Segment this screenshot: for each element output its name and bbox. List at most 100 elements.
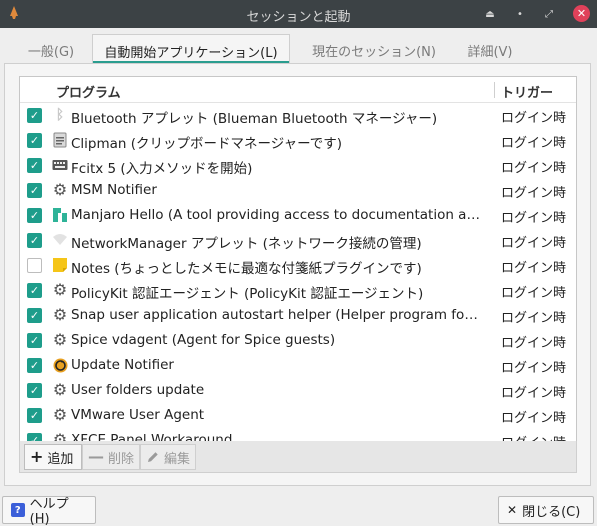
gear-icon: ⚙ (52, 280, 68, 299)
bluetooth-icon: ᛒ (55, 107, 65, 123)
gear-icon: ⚙ (52, 330, 68, 349)
program-name: Spice vdagent (Agent for Spice guests) (71, 332, 336, 348)
program-name: Manjaro Hello (A tool providing access t… (71, 207, 483, 223)
program-name: User folders update (71, 382, 205, 398)
remove-button[interactable]: — 削除 (82, 444, 140, 470)
list-item[interactable]: ✓ ᛒ Bluetooth アプレット (Blueman Bluetooth マネー… (20, 103, 576, 128)
gear-icon: ⚙ (52, 405, 68, 424)
program-name: Bluetooth アプレット (Blueman Bluetooth マネージャ… (71, 111, 438, 127)
trigger-value[interactable]: ログイン時 (501, 157, 566, 176)
column-header-trigger[interactable]: トリガー (501, 82, 553, 101)
wifi-icon (52, 232, 68, 248)
remove-label: 削除 (108, 451, 135, 467)
sticky-note-icon (52, 257, 68, 273)
tab-general[interactable]: 一般(G) (10, 34, 92, 64)
list-item[interactable]: ✓ ⚙ MSM Notifier ログイン時 (20, 178, 576, 203)
title-bar: セッションと起動 ⏏ • ⤢ ✕ (0, 0, 597, 28)
trigger-value[interactable]: ログイン時 (501, 207, 566, 226)
edit-button[interactable]: 編集 (140, 444, 196, 470)
enable-checkbox[interactable]: ✓ (27, 158, 42, 173)
add-button[interactable]: + 追加 (24, 444, 82, 470)
maximize-button[interactable]: ⤢ (540, 5, 558, 23)
enable-checkbox[interactable]: ✓ (27, 233, 42, 248)
help-button[interactable]: ? ヘルプ(H) (2, 496, 96, 526)
window-title: セッションと起動 (246, 10, 351, 25)
help-label: ヘルプ(H) (29, 497, 69, 526)
trigger-value[interactable]: ログイン時 (501, 107, 566, 126)
trigger-value[interactable]: ログイン時 (501, 132, 566, 151)
list-item[interactable]: ✓ ⚙ PolicyKit 認証エージェント (PolicyKit 認証エージェント… (20, 278, 576, 303)
list-item[interactable]: Notes (ちょっとしたメモに最適な付箋紙プラグインです) ログイン時 (20, 253, 576, 278)
column-header-program[interactable]: プログラム (56, 82, 121, 101)
keyboard-icon (52, 157, 68, 173)
program-name: Fcitx 5 (入力メソッドを開始) (71, 161, 253, 177)
program-name: Update Notifier (71, 357, 174, 373)
program-name: NetworkManager アプレット (ネットワーク接続の管理) (71, 236, 422, 252)
list-item[interactable]: ✓ ⚙ VMware User Agent ログイン時 (20, 403, 576, 428)
manjaro-icon (52, 207, 68, 223)
list-item[interactable]: ✓ ⚙ Spice vdagent (Agent for Spice guests)… (20, 328, 576, 353)
enable-checkbox[interactable]: ✓ (27, 133, 42, 148)
enable-checkbox[interactable]: ✓ (27, 108, 42, 123)
update-icon (52, 357, 68, 373)
add-label: 追加 (47, 451, 74, 467)
enable-checkbox[interactable]: ✓ (27, 358, 42, 373)
close-button[interactable]: ✕ 閉じる(C) (498, 496, 594, 524)
help-icon: ? (11, 503, 25, 517)
gear-icon: ⚙ (52, 380, 68, 399)
edit-label: 編集 (164, 451, 191, 467)
trigger-value[interactable]: ログイン時 (501, 182, 566, 201)
trigger-value[interactable]: ログイン時 (501, 382, 566, 401)
tab-current-session[interactable]: 現在のセッション(N) (300, 34, 448, 64)
list-item[interactable]: ✓ Fcitx 5 (入力メソッドを開始) ログイン時 (20, 153, 576, 178)
tab-panel: プログラム トリガー ✓ ᛒ Bluetooth アプレット (Blueman Bl… (4, 63, 591, 486)
pencil-icon (148, 452, 158, 462)
program-name: MSM Notifier (71, 182, 157, 198)
list-item[interactable]: ✓ ⚙ User folders update ログイン時 (20, 378, 576, 403)
minus-icon: — (88, 447, 104, 466)
autostart-list[interactable]: プログラム トリガー ✓ ᛒ Bluetooth アプレット (Blueman Bl… (19, 76, 577, 442)
list-item[interactable]: ✓ Update Notifier ログイン時 (20, 353, 576, 378)
list-item[interactable]: ✓⚙XFCE Panel Workaroundログイン時 (20, 428, 576, 441)
tab-advanced[interactable]: 詳細(V) (456, 34, 524, 64)
program-name: VMware User Agent (71, 407, 205, 423)
enable-checkbox[interactable] (27, 258, 42, 273)
enable-checkbox[interactable]: ✓ (27, 408, 42, 423)
program-name: Notes (ちょっとしたメモに最適な付箋紙プラグインです) (71, 261, 422, 277)
list-rows: ✓ ᛒ Bluetooth アプレット (Blueman Bluetooth マネー… (20, 103, 576, 441)
enable-checkbox[interactable]: ✓ (27, 333, 42, 348)
plus-icon: + (30, 447, 44, 466)
trigger-value[interactable]: ログイン時 (501, 407, 566, 426)
close-window-button[interactable]: ✕ (573, 5, 590, 22)
trigger-value[interactable]: ログイン時 (501, 332, 566, 351)
close-label: 閉じる(C) (522, 504, 581, 520)
trigger-value[interactable]: ログイン時 (501, 232, 566, 251)
gear-icon: ⚙ (52, 305, 68, 324)
trigger-value[interactable]: ログイン時 (501, 307, 566, 326)
keep-above-button[interactable]: ⏏ (481, 5, 499, 23)
trigger-value[interactable]: ログイン時 (501, 357, 566, 376)
list-toolbar: + 追加 — 削除 編集 (19, 441, 577, 473)
tab-autostart[interactable]: 自動開始アプリケーション(L) (92, 34, 290, 64)
program-name: Snap user application autostart helper (… (71, 307, 483, 323)
tab-bar: 一般(G) 自動開始アプリケーション(L) 現在のセッション(N) 詳細(V) (4, 34, 591, 64)
minimize-button[interactable]: • (511, 5, 529, 23)
list-item[interactable]: ✓ ⚙ Snap user application autostart helper… (20, 303, 576, 328)
enable-checkbox[interactable]: ✓ (27, 308, 42, 323)
list-header: プログラム トリガー (20, 77, 576, 103)
gear-icon: ⚙ (52, 180, 68, 199)
program-name: PolicyKit 認証エージェント (PolicyKit 認証エージェント) (71, 286, 424, 302)
trigger-value[interactable]: ログイン時 (501, 257, 566, 276)
enable-checkbox[interactable]: ✓ (27, 183, 42, 198)
enable-checkbox[interactable]: ✓ (27, 383, 42, 398)
column-separator (494, 82, 495, 98)
program-name: Clipman (クリップボードマネージャーです) (71, 136, 343, 152)
enable-checkbox[interactable]: ✓ (27, 208, 42, 223)
list-item[interactable]: ✓ Clipman (クリップボードマネージャーです) ログイン時 (20, 128, 576, 153)
list-item[interactable]: ✓ NetworkManager アプレット (ネットワーク接続の管理) ログイン時 (20, 228, 576, 253)
trigger-value[interactable]: ログイン時 (501, 282, 566, 301)
clipboard-icon (52, 132, 68, 148)
close-x-icon: ✕ (507, 503, 518, 517)
enable-checkbox[interactable]: ✓ (27, 283, 42, 298)
list-item[interactable]: ✓ Manjaro Hello (A tool providing access … (20, 203, 576, 228)
